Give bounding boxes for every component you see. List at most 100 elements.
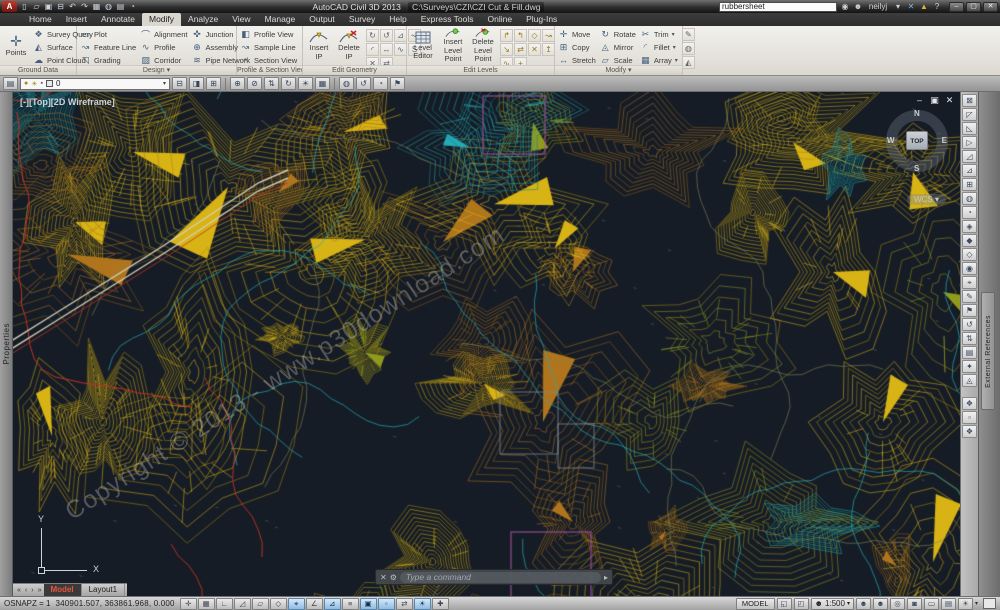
status-tray-icon[interactable]: ▭ bbox=[924, 598, 939, 610]
status-toggle-button[interactable]: ▣ bbox=[360, 598, 377, 610]
edit-geometry-tool-icon[interactable]: ⊿ bbox=[394, 29, 407, 42]
level-editor-button[interactable]: Level Editor bbox=[410, 28, 436, 63]
layer-properties-icon[interactable]: ▤ bbox=[3, 77, 18, 90]
status-toggle-button[interactable]: ◇ bbox=[270, 598, 287, 610]
status-toggle-button[interactable]: ▱ bbox=[252, 598, 269, 610]
exchange-apps-icon[interactable]: ▲ bbox=[919, 1, 929, 12]
edit-levels-tool-icon[interactable]: ↱ bbox=[500, 29, 513, 42]
layer-tool-icon[interactable]: ⇅ bbox=[264, 77, 279, 90]
edit-geometry-tool-icon[interactable]: ↔ bbox=[380, 43, 393, 56]
ribbon-tab[interactable]: Modify bbox=[142, 13, 181, 26]
ribbon-button[interactable]: ↻ Rotate bbox=[600, 28, 636, 40]
ribbon-button[interactable]: ◬ Mirror bbox=[600, 41, 636, 53]
status-toggle-button[interactable]: ⇄ bbox=[396, 598, 413, 610]
layer-tool-icon[interactable]: ⊘ bbox=[247, 77, 262, 90]
right-toolbar-icon[interactable]: ▫ bbox=[962, 411, 977, 424]
layer-dropdown-caret-icon[interactable]: ▾ bbox=[163, 80, 166, 87]
annotation-visibility-icon[interactable]: ☻ bbox=[856, 598, 871, 610]
right-toolbar-icon[interactable]: ⇅ bbox=[962, 332, 977, 345]
layer-color-swatch[interactable] bbox=[46, 80, 53, 87]
help-icon[interactable]: ? bbox=[932, 1, 942, 12]
viewcube-top-face[interactable]: TOP bbox=[906, 131, 928, 150]
coordinate-readout[interactable]: 340901.507, 363861.968, 0.000 bbox=[55, 599, 174, 608]
edit-geometry-tool-icon[interactable]: ↻ bbox=[366, 29, 379, 42]
signed-in-user[interactable]: neilyj bbox=[866, 1, 890, 12]
search-icon[interactable]: ◉ bbox=[840, 1, 850, 12]
annotation-scale-control[interactable]: ☻ 1:500 ▾ bbox=[811, 598, 854, 610]
right-toolbar-icon[interactable]: ◔ bbox=[962, 206, 977, 219]
minimize-button[interactable]: – bbox=[949, 2, 964, 12]
edit-levels-tool-icon[interactable]: ⇄ bbox=[514, 43, 527, 56]
layout-tab[interactable]: Layout1 bbox=[82, 584, 125, 596]
ribbon-tab[interactable]: Express Tools bbox=[414, 13, 481, 26]
ribbon-button[interactable]: ▭ Plot bbox=[80, 28, 136, 40]
quick-view-drawings-icon[interactable]: ◰ bbox=[794, 598, 809, 610]
layer-dropdown[interactable]: ● ☀ ▪ 0 ▾ bbox=[20, 78, 170, 90]
edit-levels-tool-icon[interactable]: ✕ bbox=[528, 43, 541, 56]
right-toolbar-icon[interactable]: ◍ bbox=[962, 192, 977, 205]
status-toggle-button[interactable]: ⌖ bbox=[288, 598, 305, 610]
ribbon-tab[interactable]: Insert bbox=[59, 13, 94, 26]
viewcube-south[interactable]: S bbox=[914, 164, 919, 173]
wcs-menu[interactable]: WCS ▾ bbox=[907, 194, 946, 205]
annotation-autoscale-icon[interactable]: ☻ bbox=[873, 598, 888, 610]
quick-view-layouts-icon[interactable]: ◱ bbox=[777, 598, 792, 610]
clean-screen-button[interactable] bbox=[983, 598, 996, 609]
layer-tool-icon[interactable]: ⊕ bbox=[230, 77, 245, 90]
close-button[interactable]: ✕ bbox=[983, 2, 998, 12]
command-input[interactable] bbox=[400, 572, 601, 583]
right-toolbar-icon[interactable]: ◸ bbox=[962, 108, 977, 121]
viewport-restore-icon[interactable]: ▣ bbox=[929, 95, 940, 105]
tray-caret-icon[interactable]: ▾ bbox=[975, 600, 978, 607]
ribbon-tab[interactable]: Plug-Ins bbox=[519, 13, 564, 26]
ribbon-tab[interactable]: Help bbox=[382, 13, 413, 26]
qat-button-icon[interactable]: ⊟ bbox=[55, 1, 66, 12]
edit-geometry-tool-icon[interactable]: ◜ bbox=[366, 43, 379, 56]
ribbon-button[interactable]: ⊞ Copy bbox=[558, 41, 596, 53]
qat-button-icon[interactable]: ▤ bbox=[115, 1, 126, 12]
command-close-icon[interactable]: ✕ bbox=[380, 573, 387, 582]
right-toolbar-icon[interactable]: ◿ bbox=[962, 150, 977, 163]
status-toggle-button[interactable]: ≡ bbox=[342, 598, 359, 610]
viewcube-east[interactable]: E bbox=[942, 136, 947, 145]
properties-palette-tab[interactable]: Properties bbox=[0, 92, 13, 596]
ribbon-tab[interactable]: Analyze bbox=[181, 13, 225, 26]
ribbon-button[interactable]: ↝ Feature Line bbox=[80, 41, 136, 53]
app-logo-icon[interactable]: A bbox=[2, 1, 17, 12]
edit-geometry-tool-icon[interactable]: ∿ bbox=[394, 43, 407, 56]
layer-tool-icon[interactable]: ⊞ bbox=[206, 77, 221, 90]
layer-tool-icon[interactable]: ◨ bbox=[189, 77, 204, 90]
panel-title-design[interactable]: Design ▾ bbox=[77, 65, 236, 75]
ribbon-tab[interactable]: Output bbox=[302, 13, 342, 26]
layer-tool-icon[interactable]: ▦ bbox=[315, 77, 330, 90]
layer-tool-icon[interactable]: ◔ bbox=[373, 77, 388, 90]
ribbon-button[interactable]: ✛ Move bbox=[558, 28, 596, 40]
a360-icon[interactable]: ✕ bbox=[906, 1, 916, 12]
right-toolbar-icon[interactable]: ✦ bbox=[962, 360, 977, 373]
ribbon-button[interactable]: ◧ Profile View bbox=[240, 28, 297, 40]
points-button[interactable]: ✛ Points bbox=[3, 28, 29, 63]
qat-button-icon[interactable]: ▣ bbox=[43, 1, 54, 12]
layer-lock-icon[interactable]: ▪ bbox=[41, 80, 43, 87]
status-toggle-button[interactable]: ▦ bbox=[198, 598, 215, 610]
workspace-switching-icon[interactable]: ◎ bbox=[890, 598, 905, 610]
right-toolbar-icon[interactable]: ↺ bbox=[962, 318, 977, 331]
edit-geometry-tool-icon[interactable]: ↺ bbox=[380, 29, 393, 42]
right-toolbar-icon[interactable]: ❖ bbox=[962, 397, 977, 410]
status-toggle-button[interactable]: ▫ bbox=[378, 598, 395, 610]
panel-title-modify[interactable]: Modify ▾ bbox=[555, 65, 682, 75]
viewport-controls-label[interactable]: [-][Top][2D Wireframe] bbox=[20, 97, 115, 107]
ribbon-tab[interactable]: Survey bbox=[342, 13, 382, 26]
qat-button-icon[interactable]: ▱ bbox=[31, 1, 42, 12]
layer-tool-icon[interactable]: ⊟ bbox=[172, 77, 187, 90]
ribbon-tab[interactable]: Annotate bbox=[94, 13, 142, 26]
ribbon-button[interactable]: ⌒ Alignment bbox=[140, 28, 187, 40]
right-toolbar-icon[interactable]: ◇ bbox=[962, 248, 977, 261]
viewcube[interactable]: N S W E TOP bbox=[884, 108, 950, 174]
ribbon-button[interactable]: ∿ Profile bbox=[140, 41, 187, 53]
insert-ip-button[interactable]: Insert IP bbox=[306, 28, 332, 63]
viewcube-north[interactable]: N bbox=[914, 109, 920, 118]
status-toggle-button[interactable]: ⊿ bbox=[324, 598, 341, 610]
qat-button-icon[interactable]: ◔ bbox=[127, 1, 138, 12]
ribbon-button[interactable]: ◜ Fillet ▾ bbox=[640, 41, 678, 53]
